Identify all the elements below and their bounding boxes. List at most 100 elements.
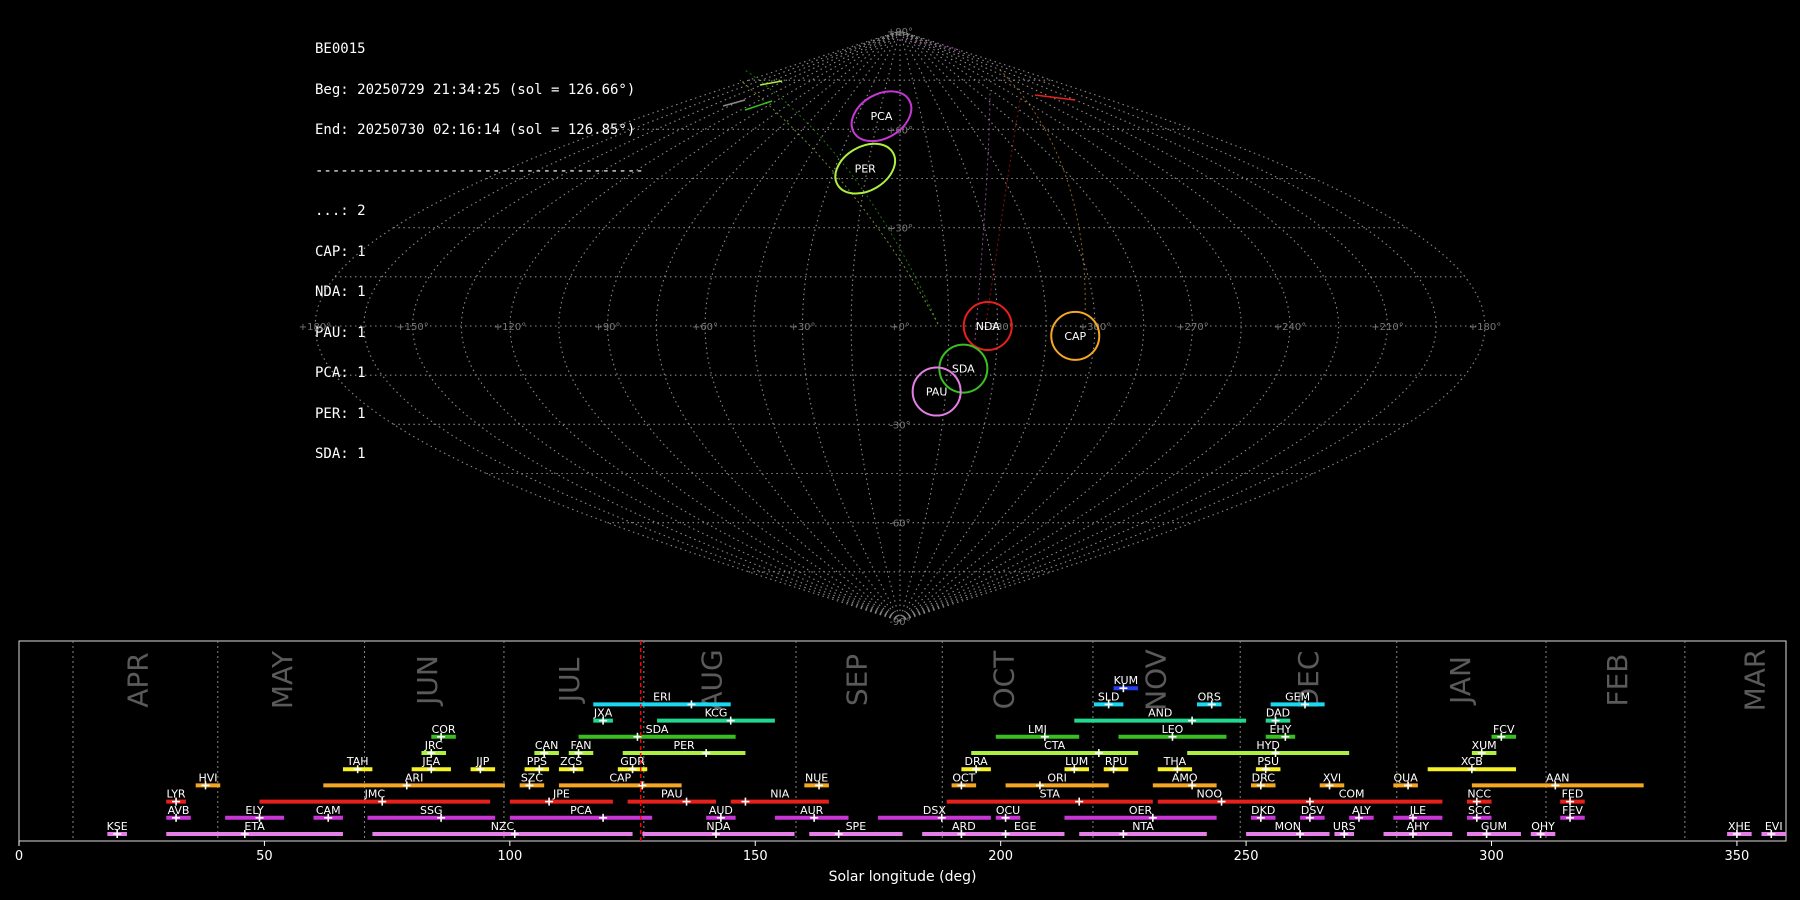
shower-code-label: ETA — [244, 820, 265, 833]
radiant-pca: PCA — [850, 90, 913, 143]
shower-code-label: COM — [1339, 788, 1365, 801]
shower-ssg: SSG — [367, 804, 496, 822]
longitude-tick-label: +90° — [594, 322, 620, 333]
shower-code-label: PPS — [527, 755, 547, 768]
month-label: APR — [121, 652, 154, 708]
shower-code-label: ORI — [1047, 771, 1067, 784]
shower-code-label: OCU — [996, 804, 1020, 817]
radiant-sky-map: +180° +150° +120° +90° +60° +30° +0° +330° +300°… — [299, 27, 1501, 628]
month-label: JAN — [1444, 656, 1477, 706]
shower-code-label: NDA — [706, 820, 731, 833]
shower-code-label: PER — [673, 739, 695, 752]
shower-code-label: AND — [1148, 707, 1172, 720]
shower-ohy: OHY — [1530, 820, 1556, 838]
meteor-trail — [744, 100, 773, 111]
shower-code-label: CAM — [316, 804, 341, 817]
meridian-line — [363, 30, 901, 622]
x-tick-label: 350 — [1725, 849, 1750, 864]
month-label: FEB — [1601, 653, 1634, 706]
shower-code-label: THA — [1163, 755, 1187, 768]
shower-dkd: DKD — [1250, 804, 1276, 822]
shower-code-label: EGE — [1014, 820, 1036, 833]
shower-code-label: FAN — [570, 739, 591, 752]
shower-drc: DRC — [1250, 771, 1276, 790]
shower-code-label: SZC — [521, 771, 544, 784]
shower-nda: NDA — [642, 820, 795, 838]
shower-code-label: SCC — [1468, 804, 1491, 817]
shower-kse: KSE — [107, 820, 128, 838]
shower-eta: ETA — [166, 820, 343, 838]
shower-code-label: TAH — [346, 755, 369, 768]
shower-code-label: AUD — [709, 804, 733, 817]
shower-code-label: FCV — [1493, 723, 1515, 736]
shower-ors: ORS — [1197, 690, 1222, 709]
shower-code-label: CTA — [1044, 739, 1066, 752]
shower-gum: GUM — [1466, 820, 1521, 838]
shower-code-label: JJP — [475, 755, 489, 768]
shower-code-label: PCA — [570, 804, 592, 817]
shower-code-label: JEA — [421, 755, 440, 768]
shower-nta: NTA — [1079, 820, 1207, 838]
shower-code-label: NOO — [1196, 788, 1222, 801]
shower-code-label: ELY — [245, 804, 264, 817]
shower-lum: LUM — [1064, 755, 1090, 774]
shower-sld: SLD — [1093, 690, 1124, 709]
shower-timeline-chart: APR MAY JUN JUL AUG SEP OCT NOV DEC JAN FEB MARKUME… — [15, 640, 1787, 885]
month-label: JUL — [553, 657, 586, 704]
shower-code-label: OHY — [1531, 820, 1555, 833]
latitude-tick-label: -90° — [889, 617, 910, 628]
x-tick-label: 150 — [743, 849, 768, 864]
month-label: AUG — [696, 649, 729, 710]
shower-code-label: CAN — [535, 739, 558, 752]
shower-noo: NOO — [1157, 788, 1261, 806]
shower-sta: STA — [946, 788, 1153, 806]
shower-evi: EVI — [1761, 820, 1786, 838]
shower-code-label: URS — [1333, 820, 1356, 833]
shower-dsv: DSV — [1300, 804, 1325, 822]
longitude-tick-label: +180° — [299, 322, 331, 333]
shower-code-label: STA — [1040, 788, 1061, 801]
shower-code-label: DSX — [923, 804, 946, 817]
month-label: NOV — [1140, 649, 1173, 711]
x-tick-label: 300 — [1479, 849, 1504, 864]
shower-aur: AUR — [774, 804, 849, 822]
shower-code-label: DRA — [965, 755, 989, 768]
shower-oct: OCT — [951, 771, 977, 790]
shower-urs: URS — [1333, 820, 1356, 838]
shower-code-label: AUR — [800, 804, 824, 817]
shower-code-label: LMI — [1028, 723, 1047, 736]
longitude-tick-label: +30° — [789, 322, 815, 333]
shower-rpu: RPU — [1103, 755, 1129, 774]
shower-code-label: DAD — [1266, 707, 1290, 720]
month-label: OCT — [988, 650, 1021, 710]
shower-aan: AAN — [1471, 771, 1644, 790]
shower-code-label: LEO — [1162, 723, 1184, 736]
shower-code-label: NCC — [1467, 788, 1491, 801]
shower-code-label: KCG — [705, 707, 728, 720]
month-label: MAY — [266, 650, 299, 709]
shower-sda: SDA — [578, 723, 736, 741]
longitude-tick-label: +240° — [1274, 322, 1306, 333]
x-tick-label: 50 — [256, 849, 273, 864]
meteor-trail — [722, 99, 746, 107]
sda-drift-track — [744, 69, 939, 325]
shower-code-label: AMO — [1172, 771, 1198, 784]
shower-code-label: NZC — [491, 820, 515, 833]
shower-ahy: AHY — [1383, 820, 1453, 838]
shower-code-label: NUE — [805, 771, 828, 784]
shower-jmc: JMC — [259, 788, 491, 806]
x-tick-label: 0 — [15, 849, 23, 864]
shower-code-label: SSG — [420, 804, 443, 817]
shower-code-label: JPE — [552, 788, 570, 801]
month-label: MAR — [1739, 649, 1772, 712]
radiant-label: SDA — [952, 363, 975, 376]
shower-code-label: JRC — [424, 739, 443, 752]
shower-xhe: XHE — [1727, 820, 1752, 838]
latitude-tick-label: +30° — [887, 224, 913, 235]
longitude-tick-label: +150° — [396, 322, 428, 333]
shower-code-label: EVI — [1765, 820, 1783, 833]
longitude-tick-label: +180° — [1469, 322, 1501, 333]
shower-xcb: XCB — [1427, 755, 1517, 774]
longitude-tick-label: +120° — [494, 322, 526, 333]
shower-code-label: PAU — [661, 788, 683, 801]
